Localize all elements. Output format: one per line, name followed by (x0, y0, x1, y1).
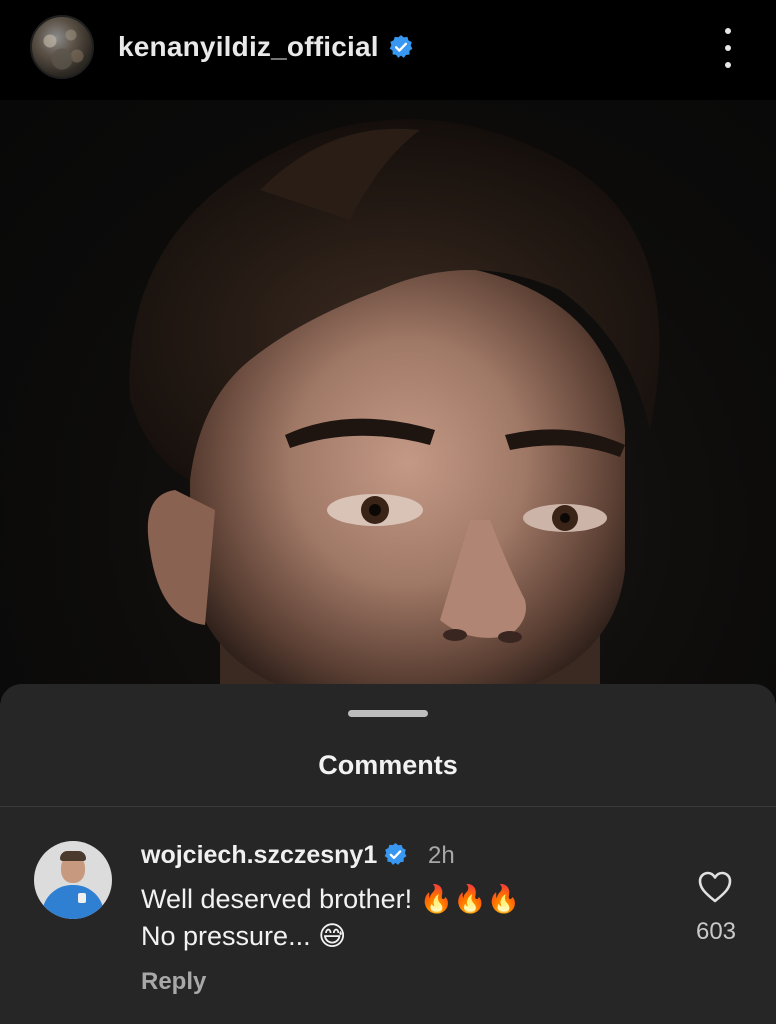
heart-icon[interactable] (697, 870, 733, 904)
instagram-post-screen: kenanyildiz_official Comments wojciech.s… (0, 0, 776, 1024)
post-header: kenanyildiz_official (0, 0, 776, 100)
comments-sheet: Comments wojciech.szczesny1 2h Well dese… (0, 684, 776, 1024)
comment-timestamp: 2h (428, 842, 455, 869)
more-vertical-icon[interactable] (716, 28, 740, 68)
divider (0, 806, 776, 807)
verified-badge-icon (384, 843, 407, 865)
verified-badge-icon (389, 35, 413, 58)
post-image[interactable] (0, 100, 776, 700)
comment-text: Well deserved brother! 🔥🔥🔥 No pressure..… (141, 884, 521, 951)
profile-avatar[interactable] (30, 15, 94, 79)
sheet-drag-handle[interactable] (348, 710, 428, 717)
commenter-avatar[interactable] (34, 841, 112, 919)
portrait-photo (129, 119, 660, 700)
commenter-username[interactable]: wojciech.szczesny1 (141, 841, 377, 870)
reply-button[interactable]: Reply (141, 968, 206, 996)
profile-username[interactable]: kenanyildiz_official (118, 31, 379, 63)
comments-title: Comments (318, 750, 458, 780)
like-count: 603 (695, 918, 737, 945)
